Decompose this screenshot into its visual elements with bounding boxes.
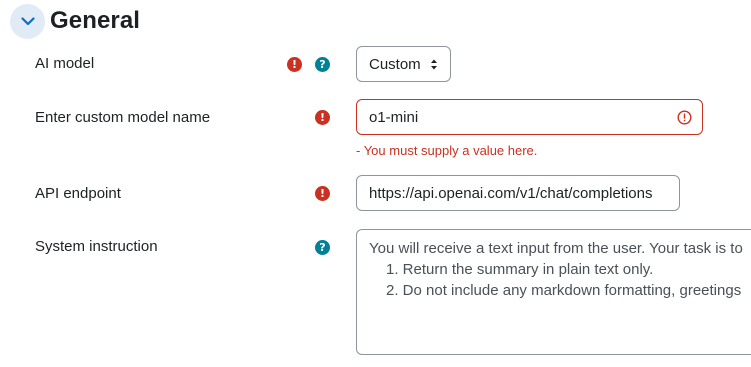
ai-model-select[interactable]: Custom (356, 46, 451, 82)
instruction-line: 1. Return the summary in plain text only… (386, 261, 654, 278)
chevron-down-icon (20, 16, 35, 26)
system-instruction-label: System instruction (35, 238, 158, 255)
invalid-icon (677, 110, 692, 129)
api-endpoint-value: https://api.openai.com/v1/chat/completio… (369, 184, 653, 202)
system-instruction-textarea[interactable]: You will receive a text input from the u… (356, 229, 751, 355)
select-arrows-icon (430, 58, 438, 75)
api-endpoint-input[interactable]: https://api.openai.com/v1/chat/completio… (356, 175, 680, 211)
required-icon: ! (315, 110, 330, 125)
help-icon[interactable]: ? (315, 57, 330, 72)
custom-model-error: - You must supply a value here. (356, 143, 538, 158)
ai-model-selected-value: Custom (369, 55, 421, 73)
collapse-toggle-button[interactable] (10, 3, 45, 39)
ai-model-label: AI model (35, 55, 95, 72)
help-icon[interactable]: ? (315, 240, 330, 255)
instruction-line: You will receive a text input from the u… (369, 240, 743, 257)
custom-model-label: Enter custom model name (35, 109, 211, 126)
required-icon: ! (315, 186, 330, 201)
section-title: General (50, 7, 141, 34)
custom-model-value: o1-mini (369, 108, 419, 126)
section-header-general: General (10, 3, 141, 39)
settings-page: General AI model ! ? Custom Enter custom… (0, 0, 751, 367)
api-endpoint-label: API endpoint (35, 185, 121, 202)
instruction-line: 2. Do not include any markdown formattin… (386, 282, 742, 299)
required-icon: ! (287, 57, 302, 72)
custom-model-input[interactable]: o1-mini (356, 99, 703, 135)
